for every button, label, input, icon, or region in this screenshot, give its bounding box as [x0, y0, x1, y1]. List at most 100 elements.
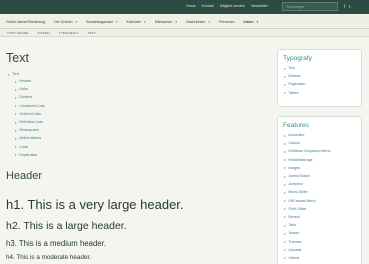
sidebar-item[interactable]: • Headlinestrage [284, 156, 361, 164]
bullet-icon: • [284, 247, 286, 253]
sidebar-item[interactable]: • Orbit-Slider [284, 205, 361, 213]
sample-h2: h2. This is a large header. [6, 220, 127, 232]
toc-item[interactable]: • Links [15, 85, 266, 93]
chevron-down-icon: ▾ [175, 20, 178, 24]
toc-item[interactable]: • Dividers [15, 93, 266, 101]
nav-item-bundestagswahl[interactable]: Bundestagswahl ▾ [86, 20, 117, 24]
bullet-icon: • [15, 94, 17, 100]
table-of-contents: • Text • Header • Links • Dividers • Unordere… [6, 71, 266, 159]
sample-h1: h1. This is a very large header. [6, 197, 184, 212]
top-link-kontakt[interactable]: Kontakt [202, 4, 214, 8]
nav-item-personen[interactable]: Personen [219, 20, 234, 24]
sidebar-typografy-title: Typografy [283, 55, 312, 62]
chevron-down-icon: ▾ [256, 20, 259, 24]
twitter-icon[interactable]: t [349, 4, 350, 9]
top-bar: Home Kontakt Mitglied werden Newsletter … [0, 0, 369, 14]
sidebar-item[interactable]: • Images [284, 164, 361, 172]
bullet-icon: • [284, 132, 286, 138]
toc-item[interactable]: • Header [15, 77, 266, 85]
bullet-icon: • [284, 140, 286, 146]
chevron-down-icon: ▾ [115, 20, 118, 24]
sidebar-item[interactable]: • Videos [284, 254, 361, 262]
chevron-down-icon: ▾ [75, 20, 78, 24]
sidebar-item[interactable]: • Drilldown Dropdown Menu [284, 147, 361, 155]
breadcrumb-item[interactable]: TEXT [88, 31, 96, 35]
toc-item[interactable]: • Unordered Lists [15, 102, 266, 110]
sidebar-features-title: Features [283, 122, 310, 129]
bullet-icon: • [284, 198, 286, 204]
sidebar-item[interactable]: • Text [284, 64, 361, 72]
top-link-home[interactable]: Home [186, 4, 196, 8]
toc-item[interactable]: • Abbreviations [15, 134, 266, 142]
sidebar-item[interactable]: • Pagination [284, 80, 361, 88]
sidebar-item[interactable]: • Accordion [284, 131, 361, 139]
sidebar-features-panel: Features • Accordion • Callout • Drilldown … [277, 116, 362, 264]
breadcrumb-item[interactable]: INTERN [37, 31, 49, 35]
bullet-icon: • [15, 144, 17, 150]
sidebar-item[interactable]: • Uploads [284, 246, 361, 254]
page-title: Text [6, 51, 29, 65]
bullet-icon: • [284, 81, 286, 87]
breadcrumb-item[interactable]: TYPOGRAFY [59, 31, 79, 35]
bullet-icon: • [15, 119, 17, 125]
bullet-icon: • [15, 135, 17, 141]
main-content: Text • Text • Header • Links • Dividers • Uno… [6, 52, 266, 159]
bullet-icon: • [284, 90, 286, 96]
bullet-icon: • [284, 165, 286, 171]
sidebar-item[interactable]: • JumboTeaser [284, 172, 361, 180]
bullet-icon: • [15, 78, 17, 84]
sidebar-item[interactable]: • Reveal [284, 213, 361, 221]
breadcrumb-item[interactable]: TYPO GRÜNE [7, 31, 28, 35]
chevron-down-icon: ▾ [208, 20, 211, 24]
toc-item[interactable]: • Keystrokes [15, 151, 266, 159]
nav-item-intern[interactable]: Intern ▾ [244, 20, 259, 24]
chevron-down-icon: ▾ [143, 20, 146, 24]
sidebar-item[interactable]: • Jumpbox [284, 180, 361, 188]
bullet-icon: • [284, 230, 286, 236]
sidebar-item[interactable]: • Tables [284, 89, 361, 97]
bullet-icon: • [15, 111, 17, 117]
bullet-icon: • [284, 214, 286, 220]
bullet-icon: • [284, 222, 286, 228]
nav-item-kalender[interactable]: Kalender ▾ [127, 20, 146, 24]
facebook-icon[interactable]: f [344, 4, 345, 9]
sample-h4: h4. This is a moderate header. [6, 254, 91, 261]
section-heading-header: Header [6, 170, 43, 182]
sidebar-item[interactable]: • News-Slider [284, 188, 361, 196]
bullet-icon: • [284, 189, 286, 195]
nav-item-mitmachen[interactable]: Mitmachen ▾ [155, 20, 177, 24]
bullet-icon: • [284, 148, 286, 154]
nav-item-gruene-name[interactable]: Grüne Name/Gliederung [6, 20, 45, 24]
top-link-newsletter[interactable]: Newsletter [251, 4, 268, 8]
bullet-icon: • [284, 173, 286, 179]
toc-item[interactable]: • Ordered Lists [15, 110, 266, 118]
nav-item-die-gruenen[interactable]: Die Grünen ▾ [54, 20, 77, 24]
top-link-mitglied-werden[interactable]: Mitglied werden [220, 4, 245, 8]
bullet-icon: • [284, 181, 286, 187]
nav-item-nachrichten[interactable]: Nachrichten ▾ [186, 20, 210, 24]
sidebar-item[interactable]: • Themes [284, 237, 361, 245]
bullet-icon: • [284, 206, 286, 212]
toc-item[interactable]: • Blockquotes [15, 126, 266, 134]
toc-item[interactable]: • Definition Lists [15, 118, 266, 126]
bullet-icon: • [15, 103, 17, 109]
sample-h3: h3. This is a medium header. [6, 239, 106, 248]
bullet-icon: • [8, 71, 10, 77]
toc-item[interactable]: • Code [15, 143, 266, 151]
main-nav: Grüne Name/Gliederung Die Grünen ▾ Bundes… [0, 14, 369, 29]
bullet-icon: • [284, 157, 286, 163]
top-nav: Home Kontakt Mitglied werden Newsletter [186, 4, 268, 8]
bullet-icon: • [284, 255, 286, 261]
sidebar-item[interactable]: • Callout [284, 139, 361, 147]
bullet-icon: • [15, 127, 17, 133]
bullet-icon: • [15, 152, 17, 158]
sidebar-typografy-panel: Typografy • Text • Buttons • Pagination • Ta… [277, 49, 362, 107]
sidebar-item[interactable]: • Buttons [284, 72, 361, 80]
breadcrumb: TYPO GRÜNE INTERN TYPOGRAFY TEXT [0, 29, 369, 37]
sidebar-item[interactable]: • OffCanvas-Menü [284, 197, 361, 205]
bullet-icon: • [284, 73, 286, 79]
bullet-icon: • [15, 86, 17, 92]
sidebar-item[interactable]: • Teaser [284, 229, 361, 237]
sidebar-item[interactable]: • Tabs [284, 221, 361, 229]
search-input[interactable] [282, 2, 338, 11]
